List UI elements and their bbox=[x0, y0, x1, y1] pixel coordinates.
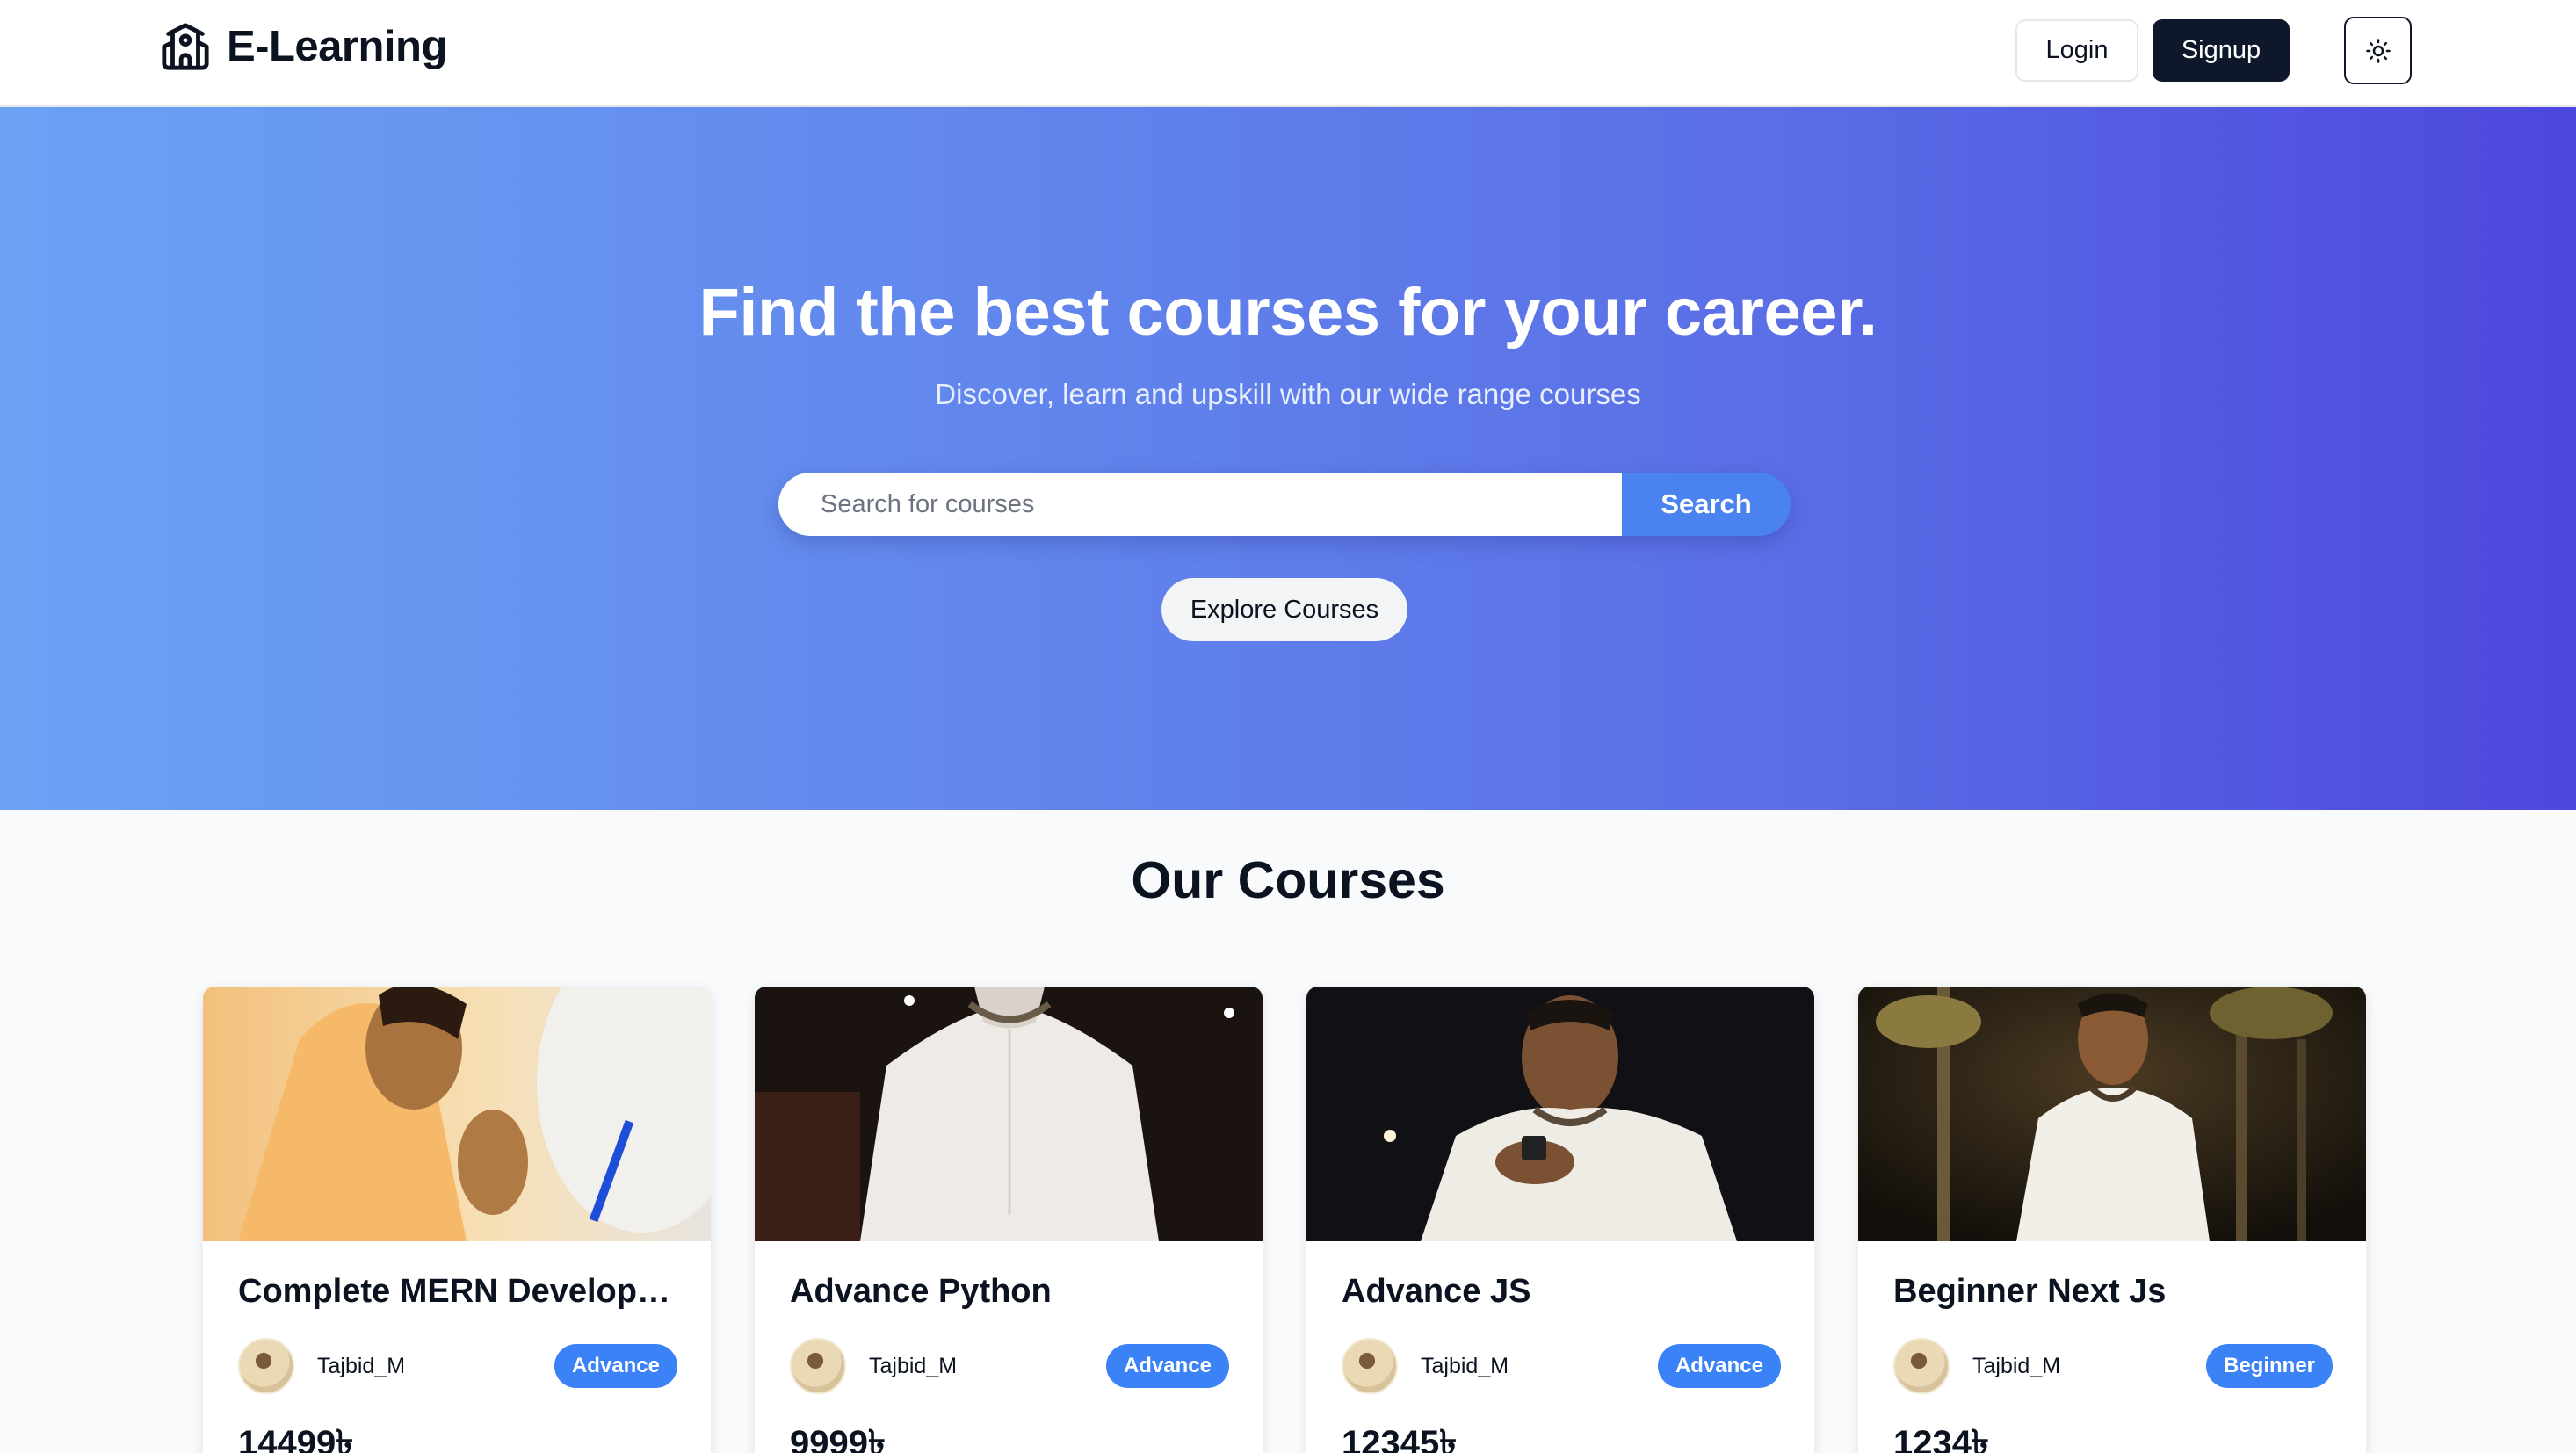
instructor-name: Tajbid_M bbox=[317, 1353, 406, 1378]
instructor-name: Tajbid_M bbox=[1972, 1353, 2061, 1378]
avatar bbox=[1893, 1338, 1950, 1394]
course-meta: Tajbid_M Advance bbox=[238, 1338, 677, 1394]
brand-logo[interactable]: E-Learning bbox=[160, 21, 447, 72]
search-button[interactable]: Search bbox=[1622, 473, 1791, 536]
course-card[interactable]: Advance JS Tajbid_M Advance 12345৳ bbox=[1306, 987, 1814, 1453]
sun-icon bbox=[2365, 38, 2391, 63]
course-thumbnail bbox=[1858, 987, 2366, 1241]
course-meta: Tajbid_M Beginner bbox=[1893, 1338, 2333, 1394]
course-price: 1234৳ bbox=[1893, 1424, 1989, 1453]
course-title[interactable]: Advance Python bbox=[790, 1273, 1238, 1311]
instructor-name: Tajbid_M bbox=[869, 1353, 958, 1378]
top-navbar: E-Learning Login Signup bbox=[0, 0, 2576, 107]
course-meta: Tajbid_M Advance bbox=[1342, 1338, 1781, 1394]
theme-toggle-button[interactable] bbox=[2344, 17, 2412, 84]
level-badge: Advance bbox=[1105, 1344, 1229, 1388]
section-title: Our Courses bbox=[1131, 851, 1445, 909]
instructor-name: Tajbid_M bbox=[1421, 1353, 1509, 1378]
level-badge: Advance bbox=[554, 1344, 677, 1388]
avatar bbox=[238, 1338, 294, 1394]
school-icon bbox=[162, 23, 209, 70]
course-thumbnail bbox=[755, 987, 1263, 1241]
avatar bbox=[790, 1338, 846, 1394]
signup-button[interactable]: Signup bbox=[2153, 19, 2290, 82]
course-price: 12345৳ bbox=[1342, 1424, 1458, 1453]
course-card[interactable]: Beginner Next Js Tajbid_M Beginner 1234৳ bbox=[1858, 987, 2366, 1453]
course-price: 14499৳ bbox=[238, 1424, 354, 1453]
explore-courses-button[interactable]: Explore Courses bbox=[1161, 578, 1407, 641]
brand-name: E-Learning bbox=[227, 23, 447, 70]
course-price: 9999৳ bbox=[790, 1424, 886, 1453]
level-badge: Beginner bbox=[2205, 1344, 2333, 1388]
course-card[interactable]: Advance Python Tajbid_M Advance 9999৳ bbox=[755, 987, 1263, 1453]
hero-subtitle: Discover, learn and upskill with our wid… bbox=[935, 378, 1641, 410]
course-thumbnail bbox=[1306, 987, 1814, 1241]
search-input[interactable] bbox=[778, 473, 1622, 536]
course-title[interactable]: Advance JS bbox=[1342, 1273, 1790, 1311]
avatar bbox=[1342, 1338, 1398, 1394]
hero-banner: Find the best courses for your career. D… bbox=[0, 107, 2576, 810]
course-card[interactable]: Complete MERN Developm... Tajbid_M Advan… bbox=[203, 987, 711, 1453]
level-badge: Advance bbox=[1657, 1344, 1781, 1388]
course-meta: Tajbid_M Advance bbox=[790, 1338, 1229, 1394]
course-title[interactable]: Complete MERN Developm... bbox=[238, 1273, 686, 1311]
course-title[interactable]: Beginner Next Js bbox=[1893, 1273, 2341, 1311]
course-thumbnail bbox=[203, 987, 711, 1241]
course-search-bar: Search bbox=[778, 473, 1791, 536]
login-button[interactable]: Login bbox=[2015, 19, 2138, 82]
hero-title: Find the best courses for your career. bbox=[698, 275, 1878, 350]
